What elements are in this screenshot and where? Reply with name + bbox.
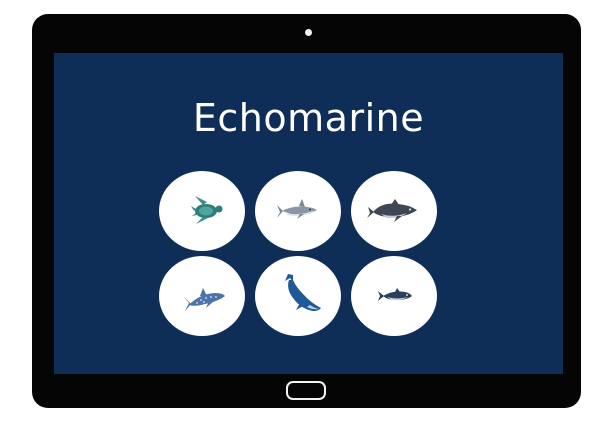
animal-tile-dolphin[interactable] bbox=[351, 171, 437, 251]
animal-tile-tuna[interactable] bbox=[351, 256, 437, 336]
front-camera bbox=[305, 29, 312, 36]
sea-turtle-icon bbox=[191, 196, 223, 224]
shark-icon bbox=[277, 199, 317, 219]
dolphin-icon bbox=[367, 199, 417, 222]
app-screen: Echomarine bbox=[54, 53, 563, 374]
whale-shark-icon bbox=[183, 288, 225, 311]
animal-tile-humpback-whale[interactable] bbox=[255, 256, 341, 336]
app-title: Echomarine bbox=[192, 96, 425, 140]
humpback-whale-icon bbox=[285, 274, 321, 311]
home-button[interactable] bbox=[286, 381, 326, 400]
animal-tile-whale-shark[interactable] bbox=[159, 256, 245, 336]
animal-tile-sea-turtle[interactable] bbox=[159, 171, 245, 251]
animal-tile-shark[interactable] bbox=[255, 171, 341, 251]
tuna-icon bbox=[378, 288, 412, 301]
